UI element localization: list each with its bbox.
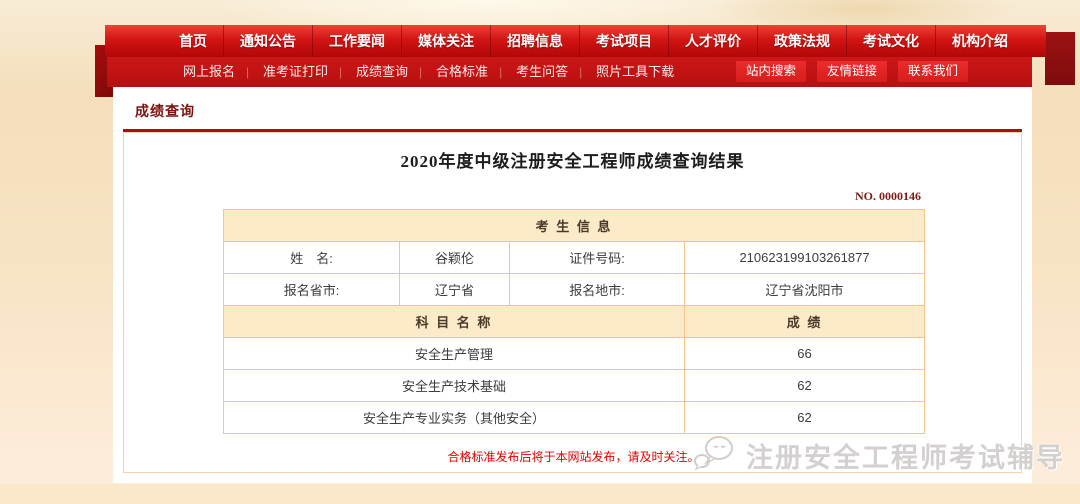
score-row-1: 安全生产技术基础62 xyxy=(224,370,925,402)
subnav-item-5[interactable]: 照片工具下载 xyxy=(582,57,688,87)
info-label: 报名地市: xyxy=(510,274,685,306)
candidate-score-table: 考 生 信 息姓 名:谷颖伦证件号码:210623199103261877报名省… xyxy=(223,209,925,434)
subject-column-header: 科 目 名 称 xyxy=(224,306,685,338)
info-row-0: 姓 名:谷颖伦证件号码:210623199103261877 xyxy=(224,242,925,274)
subnav-item-2[interactable]: 成绩查询 xyxy=(342,57,422,87)
pass-standard-note: 合格标准发布后将于本网站发布，请及时关注。 xyxy=(223,448,924,465)
nav-item-6[interactable]: 人才评价 xyxy=(668,25,757,57)
page: 首页通知公告工作要闻媒体关注招聘信息考试项目人才评价政策法规考试文化机构介绍 网… xyxy=(0,0,1080,504)
subject-score: 62 xyxy=(685,402,925,434)
score-header-row: 科 目 名 称成 绩 xyxy=(224,306,925,338)
secondary-nav: 网上报名准考证打印成绩查询合格标准考生问答照片工具下载 站内搜索友情链接联系我们 xyxy=(107,57,1032,87)
subject-name: 安全生产管理 xyxy=(224,338,685,370)
info-value: 210623199103261877 xyxy=(685,242,925,274)
nav-item-7[interactable]: 政策法规 xyxy=(757,25,846,57)
subject-score: 62 xyxy=(685,370,925,402)
subject-name: 安全生产专业实务（其他安全） xyxy=(224,402,685,434)
secondary-nav-buttons: 站内搜索友情链接联系我们 xyxy=(736,61,968,82)
info-value: 谷颖伦 xyxy=(400,242,510,274)
nav-item-2[interactable]: 工作要闻 xyxy=(312,25,401,57)
nav-item-4[interactable]: 招聘信息 xyxy=(490,25,579,57)
subject-name: 安全生产技术基础 xyxy=(224,370,685,402)
info-label: 报名省市: xyxy=(224,274,400,306)
score-row-0: 安全生产管理66 xyxy=(224,338,925,370)
subnav-button-0[interactable]: 站内搜索 xyxy=(736,61,806,82)
result-serial-number: NO. 0000146 xyxy=(855,189,921,204)
info-value: 辽宁省 xyxy=(400,274,510,306)
nav-item-1[interactable]: 通知公告 xyxy=(223,25,312,57)
subnav-item-1[interactable]: 准考证打印 xyxy=(249,57,342,87)
nav-item-0[interactable]: 首页 xyxy=(163,25,223,57)
subnav-item-0[interactable]: 网上报名 xyxy=(169,57,249,87)
info-value: 辽宁省沈阳市 xyxy=(685,274,925,306)
subnav-item-3[interactable]: 合格标准 xyxy=(422,57,502,87)
candidate-info-header: 考 生 信 息 xyxy=(224,210,925,242)
info-label: 姓 名: xyxy=(224,242,400,274)
subnav-button-2[interactable]: 联系我们 xyxy=(898,61,968,82)
score-column-header: 成 绩 xyxy=(685,306,925,338)
subject-score: 66 xyxy=(685,338,925,370)
nav-item-9[interactable]: 机构介绍 xyxy=(935,25,1024,57)
info-label: 证件号码: xyxy=(510,242,685,274)
footer-strip xyxy=(0,484,1080,504)
score-row-2: 安全生产专业实务（其他安全）62 xyxy=(224,402,925,434)
section-title: 成绩查询 xyxy=(135,101,195,121)
nav-item-8[interactable]: 考试文化 xyxy=(846,25,935,57)
primary-nav: 首页通知公告工作要闻媒体关注招聘信息考试项目人才评价政策法规考试文化机构介绍 xyxy=(105,25,1046,57)
result-title: 2020年度中级注册安全工程师成绩查询结果 xyxy=(124,147,1021,172)
nav-item-3[interactable]: 媒体关注 xyxy=(401,25,490,57)
subnav-item-4[interactable]: 考生问答 xyxy=(502,57,582,87)
table-header-row: 考 生 信 息 xyxy=(224,210,925,242)
score-result-card: 2020年度中级注册安全工程师成绩查询结果 NO. 0000146 考 生 信 … xyxy=(123,132,1022,473)
ribbon-fold-right xyxy=(1045,32,1075,85)
subnav-button-1[interactable]: 友情链接 xyxy=(817,61,887,82)
info-row-1: 报名省市:辽宁省报名地市:辽宁省沈阳市 xyxy=(224,274,925,306)
nav-item-5[interactable]: 考试项目 xyxy=(579,25,668,57)
